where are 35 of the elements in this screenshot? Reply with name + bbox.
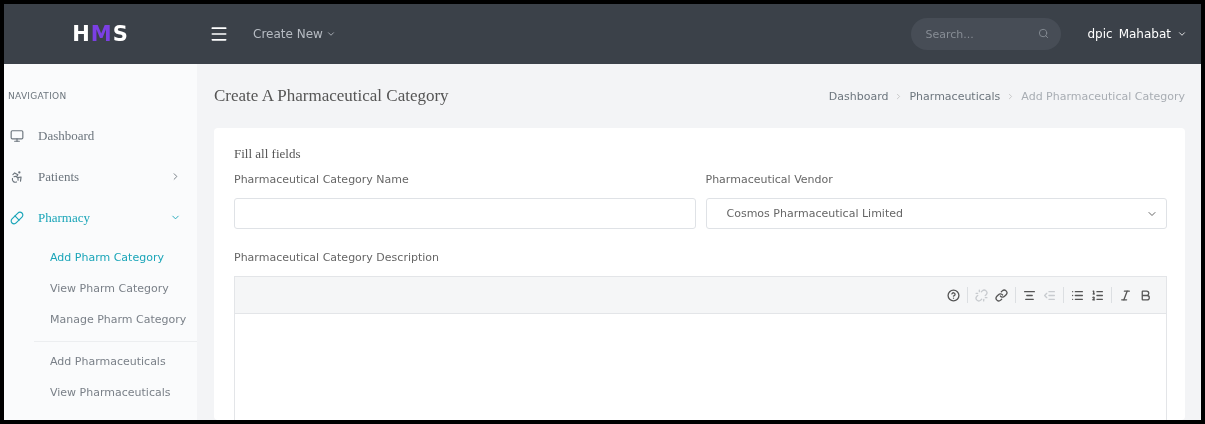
create-new-menu[interactable]: Create New [247,26,342,42]
bold-tool-button[interactable] [1139,288,1152,302]
vendor-select[interactable]: Cosmos Pharmaceutical Limited [705,198,1167,229]
sidebar-subitem[interactable]: Add Pharmaceuticals [4,346,197,377]
link-tool-button[interactable] [995,288,1008,302]
chevron-down-icon [1177,29,1187,39]
italic-tool-button[interactable] [1119,288,1132,302]
field-label: Pharmaceutical Vendor [705,173,834,186]
form-intro: Fill all fields [234,146,302,162]
accessibility-icon [10,169,24,184]
breadcrumb-link[interactable]: Dashboard [828,89,889,103]
sidebar-item[interactable]: Patients [4,156,197,197]
sidebar-item[interactable]: Pharmacy [4,197,197,238]
page-title: Create A Pharmaceutical Category [214,86,450,106]
sidebar-subitem[interactable]: View Pharm Category [4,273,197,304]
numbers-tool-button[interactable] [1091,288,1104,302]
indent-tool-button[interactable] [1023,288,1036,302]
help-tool-button[interactable] [947,288,960,302]
input-field[interactable] [234,198,696,229]
bullets-tool-button[interactable] [1071,288,1084,302]
monitor-icon [10,128,24,143]
menu-button[interactable] [209,24,229,44]
nav-heading: NAVIGATION [7,90,68,103]
sidebar-subitem[interactable]: View Pharmaceuticals [4,377,197,408]
logo[interactable]: HMS [72,22,129,46]
pill-icon [10,210,24,225]
user-menu[interactable]: dpic Mahabat [1081,26,1193,42]
sidebar-subitem[interactable]: Add Pharm Category [4,242,197,273]
field-label: Pharmaceutical Category Name [234,173,410,186]
chevron-down-icon [325,29,336,39]
field-label: Pharmaceutical Category Description [234,251,441,264]
search-field[interactable]: Search... [911,18,1062,50]
sidebar-item[interactable]: Dashboard [4,115,197,156]
breadcrumb-link[interactable]: Pharmaceuticals [909,89,1001,103]
sidebar-subitem[interactable]: Manage Pharm Category [4,304,197,335]
